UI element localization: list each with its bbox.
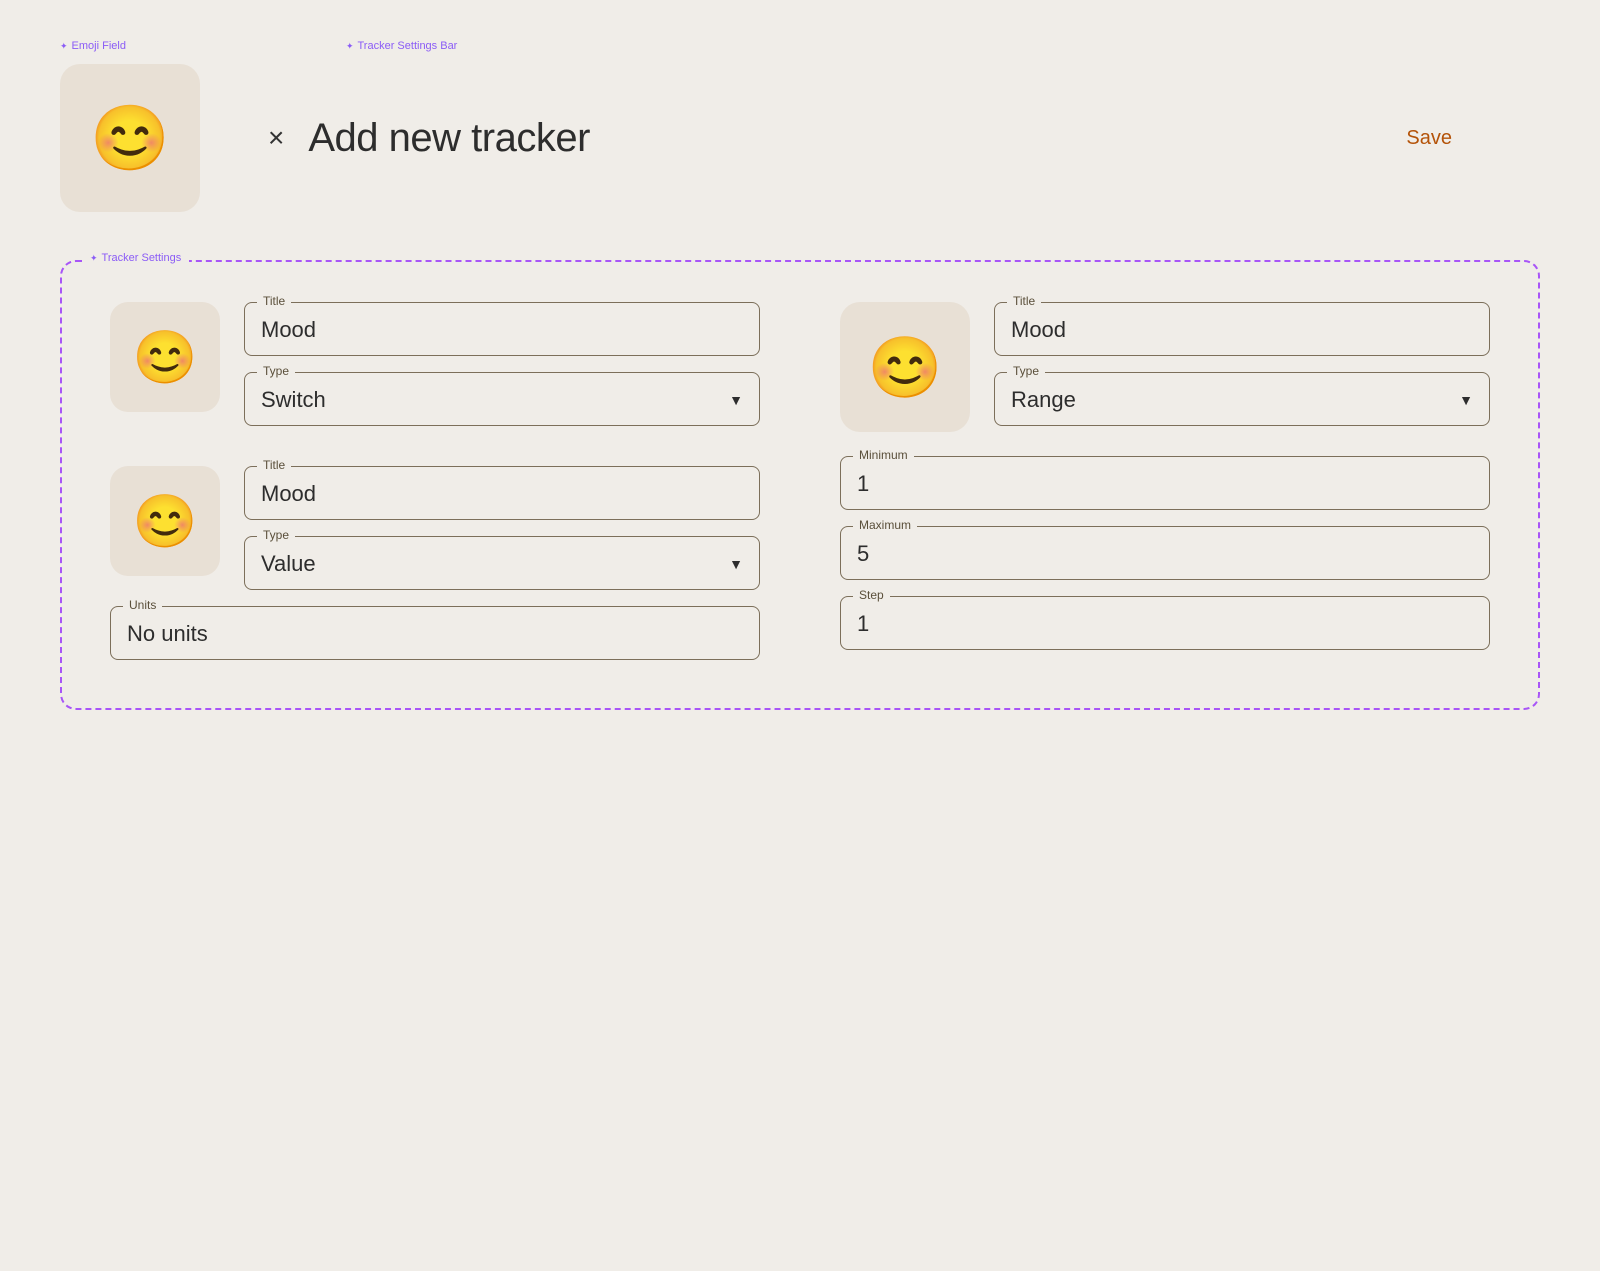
tracker2-units-label: Units — [123, 598, 162, 612]
chevron-down-icon-3: ▼ — [1459, 392, 1473, 408]
tracker3-type-label: Type — [1007, 364, 1045, 378]
tracker2-units-value: No units — [127, 621, 208, 646]
tracker1-fields: Title Mood Type Switch ▼ — [244, 302, 760, 426]
tracker3-title-field: Title Mood — [994, 302, 1490, 356]
minimum-field: Minimum 1 — [840, 456, 1490, 510]
tracker2-type-select[interactable]: Value ▼ — [261, 551, 743, 577]
tracker-card-value-wrapper: 😊 Title Mood Type Value ▼ — [110, 466, 760, 660]
chevron-down-icon: ▼ — [729, 392, 743, 408]
tracker1-type-field[interactable]: Type Switch ▼ — [244, 372, 760, 426]
tracker2-type-label: Type — [257, 528, 295, 542]
tracker1-title-value: Mood — [261, 317, 316, 342]
tracker1-type-select[interactable]: Switch ▼ — [261, 387, 743, 413]
tracker3-type-value: Range — [1011, 387, 1076, 413]
tracker1-title-field: Title Mood — [244, 302, 760, 356]
tracker-card-switch: 😊 Title Mood Type Switch ▼ — [110, 302, 760, 426]
tracker-card-range-wrapper: 😊 Title Mood Type Range ▼ — [840, 302, 1490, 660]
tracker-settings-bar-label: Tracker Settings Bar — [346, 40, 457, 52]
close-button[interactable]: × — [268, 124, 284, 152]
tracker3-title-label: Title — [1007, 294, 1041, 308]
tracker1-emoji[interactable]: 😊 — [110, 302, 220, 412]
tracker1-type-value: Switch — [261, 387, 326, 413]
settings-grid: 😊 Title Mood Type Switch ▼ — [110, 302, 1490, 660]
tracker1-type-label: Type — [257, 364, 295, 378]
tracker2-title-value: Mood — [261, 481, 316, 506]
tracker3-fields: Title Mood Type Range ▼ — [994, 302, 1490, 426]
tracker2-type-value: Value — [261, 551, 316, 577]
maximum-value: 5 — [857, 541, 869, 566]
tracker2-emoji[interactable]: 😊 — [110, 466, 220, 576]
step-label: Step — [853, 588, 890, 602]
minimum-label: Minimum — [853, 448, 914, 462]
tracker-settings-label: Tracker Settings — [82, 252, 189, 264]
tracker1-title-label: Title — [257, 294, 291, 308]
page-title: Add new tracker — [308, 116, 590, 161]
tracker-card-range-inner: 😊 Title Mood Type Range ▼ — [840, 302, 1490, 432]
tracker-bar-wrapper: × Add new tracker Save — [260, 64, 1540, 212]
emoji-field[interactable]: 😊 — [60, 64, 200, 212]
maximum-field: Maximum 5 — [840, 526, 1490, 580]
tracker-settings-bar: × Add new tracker Save — [260, 64, 1540, 212]
tracker2-type-field[interactable]: Type Value ▼ — [244, 536, 760, 590]
tracker3-title-value: Mood — [1011, 317, 1066, 342]
tracker2-fields: Title Mood Type Value ▼ — [244, 466, 760, 590]
step-field: Step 1 — [840, 596, 1490, 650]
save-button[interactable]: Save — [1406, 127, 1452, 150]
emoji-field-wrapper: 😊 — [60, 64, 200, 212]
emoji-field-label: Emoji Field — [60, 40, 126, 52]
emoji-display: 😊 — [90, 101, 170, 176]
chevron-down-icon-2: ▼ — [729, 556, 743, 572]
minimum-value: 1 — [857, 471, 869, 496]
tracker2-title-label: Title — [257, 458, 291, 472]
tracker-settings-section: Tracker Settings 😊 Title Mood Type Switc… — [60, 260, 1540, 710]
step-value: 1 — [857, 611, 869, 636]
tracker3-type-select[interactable]: Range ▼ — [1011, 387, 1473, 413]
range-extra-fields: Minimum 1 Maximum 5 Step 1 — [840, 456, 1490, 650]
tracker-card-value: 😊 Title Mood Type Value ▼ — [110, 466, 760, 590]
maximum-label: Maximum — [853, 518, 917, 532]
tracker2-title-field: Title Mood — [244, 466, 760, 520]
tracker2-units-field: Units No units — [110, 606, 760, 660]
tracker3-type-field[interactable]: Type Range ▼ — [994, 372, 1490, 426]
tracker3-emoji[interactable]: 😊 — [840, 302, 970, 432]
